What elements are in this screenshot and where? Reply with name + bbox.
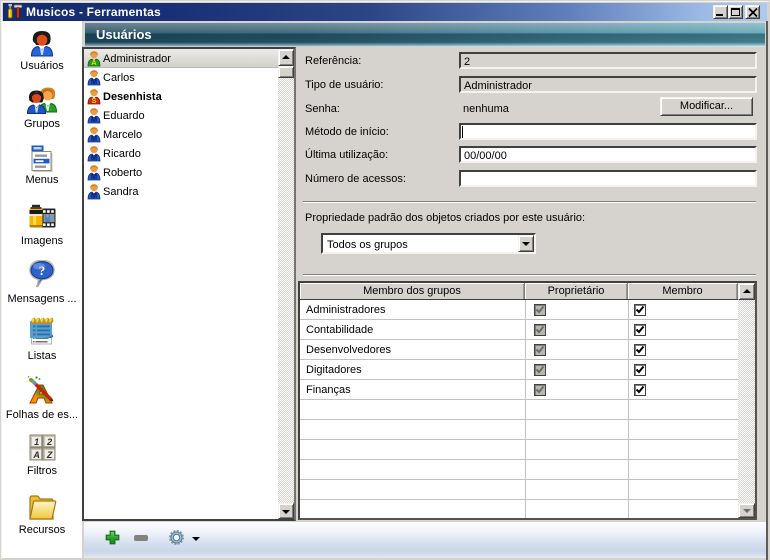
svg-text:M: M: [91, 134, 97, 143]
svg-text:M: M: [91, 191, 97, 200]
svg-text:1: 1: [34, 437, 39, 447]
svg-text:M: M: [91, 77, 97, 86]
svg-text:2: 2: [46, 437, 52, 447]
svg-text:A: A: [91, 58, 97, 67]
svg-text:M: M: [91, 115, 97, 124]
svg-text:?: ?: [39, 263, 46, 278]
svg-text:M: M: [91, 153, 97, 162]
svg-text:S: S: [91, 96, 96, 105]
svg-text:M: M: [91, 172, 97, 181]
svg-text:A: A: [32, 450, 40, 460]
svg-text:Z: Z: [45, 450, 52, 460]
